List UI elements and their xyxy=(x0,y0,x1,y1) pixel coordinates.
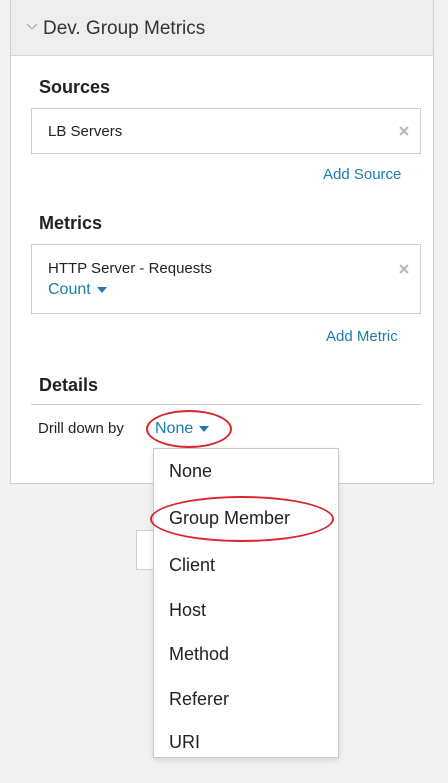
menu-item-uri[interactable]: URI xyxy=(169,732,200,753)
remove-metric-icon[interactable] xyxy=(398,263,410,275)
add-metric-link[interactable]: Add Metric xyxy=(326,328,398,345)
metric-type-value: Count xyxy=(48,281,91,298)
annotation-circle-drill-value xyxy=(146,410,232,448)
metrics-heading: Metrics xyxy=(39,213,103,233)
menu-item-referer[interactable]: Referer xyxy=(169,689,229,710)
menu-item-none[interactable]: None xyxy=(169,461,212,482)
metric-type-select[interactable]: Count xyxy=(48,281,107,299)
menu-item-method[interactable]: Method xyxy=(169,644,229,665)
source-item: LB Servers xyxy=(31,108,421,154)
details-heading: Details xyxy=(39,375,99,395)
source-item-label: LB Servers xyxy=(48,123,123,140)
panel-title: Dev. Group Metrics xyxy=(43,18,206,39)
metric-item: HTTP Server - Requests Count xyxy=(31,244,421,314)
add-source-link[interactable]: Add Source xyxy=(323,166,401,183)
sources-heading: Sources xyxy=(39,77,111,97)
remove-source-icon[interactable] xyxy=(398,125,410,137)
details-divider xyxy=(31,404,421,405)
menu-item-host[interactable]: Host xyxy=(169,600,206,621)
caret-down-icon xyxy=(96,286,107,293)
chevron-down-icon[interactable] xyxy=(25,22,39,32)
group-metrics-panel: Dev. Group Metrics Sources LB Servers Ad… xyxy=(10,0,434,484)
drill-down-label: Drill down by xyxy=(38,420,124,437)
drill-down-menu: None Group Member Client Host Method Ref… xyxy=(153,448,339,758)
menu-item-client[interactable]: Client xyxy=(169,555,215,576)
panel-header[interactable]: Dev. Group Metrics xyxy=(11,0,433,56)
annotation-circle-group-member xyxy=(150,496,334,542)
metric-item-label: HTTP Server - Requests xyxy=(48,260,212,277)
